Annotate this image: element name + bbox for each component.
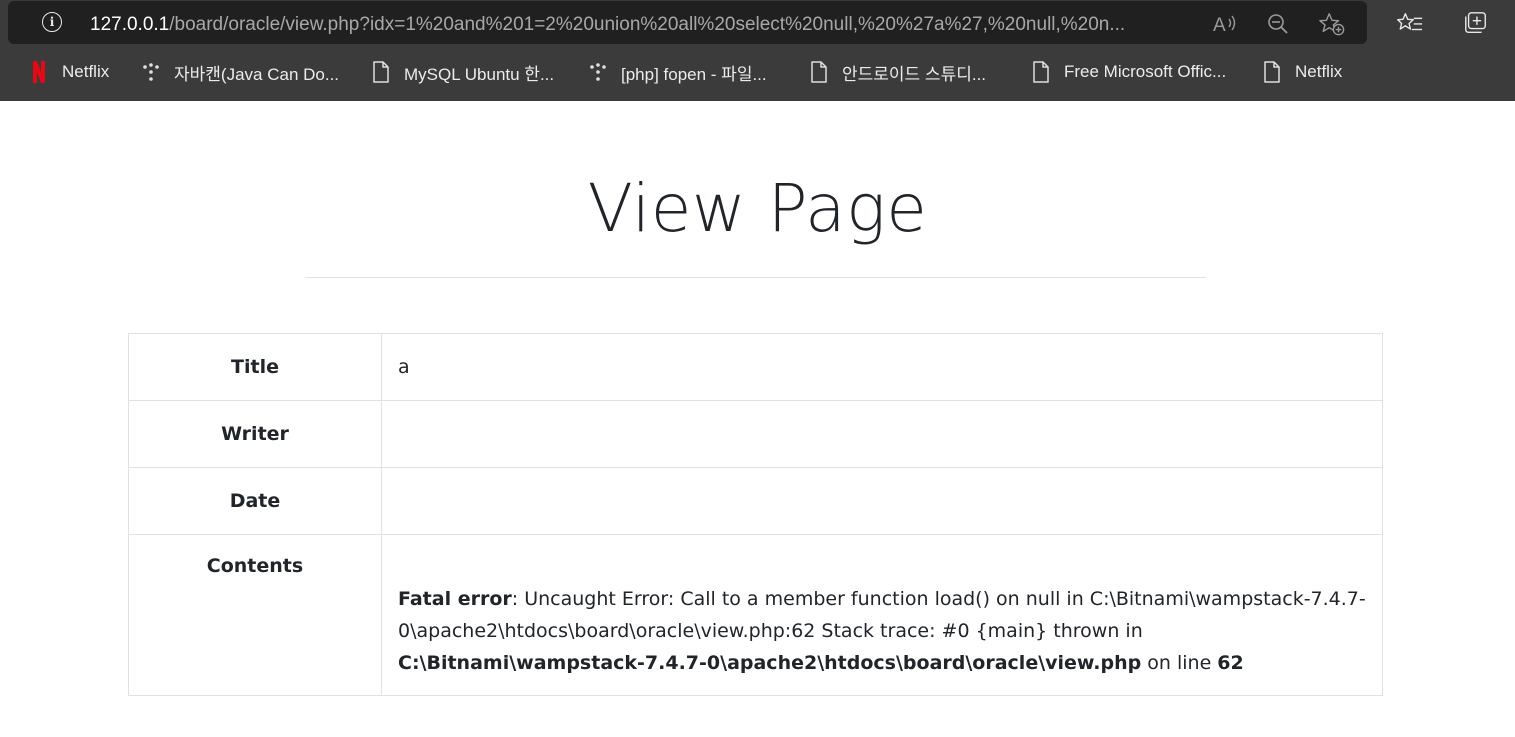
page-icon bbox=[1030, 60, 1052, 84]
error-prefix: Fatal error bbox=[398, 588, 512, 610]
contents-label: Contents bbox=[128, 534, 382, 696]
contents-value: Fatal error: Uncaught Error: Call to a m… bbox=[381, 534, 1383, 696]
table-row-date: Date bbox=[128, 467, 1383, 535]
bookmark-label: Free Microsoft Offic... bbox=[1064, 62, 1227, 81]
netflix-icon bbox=[28, 60, 50, 84]
title-value: a bbox=[381, 333, 1383, 401]
page-title: View Page bbox=[587, 170, 928, 247]
bookmarks-bar: Netflix 자바캔(Java Can Do... MySQL Ubuntu … bbox=[0, 50, 1515, 94]
zoom-out-icon[interactable] bbox=[1265, 11, 1291, 37]
error-line-number: 62 bbox=[1217, 652, 1244, 674]
url-path: /board/oracle/view.php?idx=1%20and%201=2… bbox=[169, 14, 1126, 35]
bookmark-php-fopen[interactable]: [php] fopen - 파일... bbox=[587, 50, 767, 94]
table-row-writer: Writer bbox=[128, 400, 1383, 468]
page-icon bbox=[808, 60, 830, 84]
collections-icon[interactable] bbox=[1463, 10, 1489, 36]
bookmark-label: [php] fopen - 파일... bbox=[621, 64, 767, 84]
bookmark-label: Netflix bbox=[1295, 62, 1343, 81]
bookmark-netflix-2[interactable]: Netflix bbox=[1261, 50, 1342, 94]
date-label: Date bbox=[128, 467, 382, 535]
date-value bbox=[381, 467, 1383, 535]
bookmark-free-office[interactable]: Free Microsoft Offic... bbox=[1030, 50, 1226, 94]
post-view-table: Title a Writer Date Contents Fatal error… bbox=[128, 333, 1383, 696]
bookmark-mysql-ubuntu[interactable]: MySQL Ubuntu 한... bbox=[370, 50, 554, 94]
url-text[interactable]: 127.0.0.1/board/oracle/view.php?idx=1%20… bbox=[90, 13, 1208, 37]
page-icon bbox=[370, 60, 392, 84]
read-aloud-icon[interactable]: A bbox=[1212, 11, 1238, 37]
bookmark-netflix[interactable]: Netflix bbox=[28, 50, 109, 94]
bookmark-label: 안드로이드 스튜디... bbox=[842, 64, 987, 84]
dots-icon bbox=[587, 60, 609, 84]
title-divider bbox=[305, 277, 1206, 278]
table-row-contents: Contents Fatal error: Uncaught Error: Ca… bbox=[128, 534, 1383, 696]
error-message: : Uncaught Error: Call to a member funct… bbox=[398, 588, 1366, 642]
bookmark-label: 자바캔(Java Can Do... bbox=[174, 64, 340, 84]
table-row-title: Title a bbox=[128, 333, 1383, 401]
title-label: Title bbox=[128, 333, 382, 401]
bookmark-label: MySQL Ubuntu 한... bbox=[404, 64, 555, 84]
site-info-icon[interactable]: i bbox=[42, 12, 62, 32]
bookmark-label: Netflix bbox=[62, 62, 110, 81]
bookmark-javacan[interactable]: 자바캔(Java Can Do... bbox=[140, 50, 339, 94]
svg-text:A: A bbox=[1213, 15, 1226, 35]
address-bar-row: i 127.0.0.1/board/oracle/view.php?idx=1%… bbox=[0, 0, 1515, 47]
writer-label: Writer bbox=[128, 400, 382, 468]
error-file: C:\Bitnami\wampstack-7.4.7-0\apache2\htd… bbox=[398, 652, 1142, 674]
favorites-icon[interactable] bbox=[1397, 10, 1423, 36]
error-on-line: on line bbox=[1141, 652, 1218, 674]
browser-chrome: i 127.0.0.1/board/oracle/view.php?idx=1%… bbox=[0, 0, 1515, 101]
add-favorite-icon[interactable] bbox=[1319, 11, 1345, 37]
bookmark-android-studio[interactable]: 안드로이드 스튜디... bbox=[808, 50, 986, 94]
url-host: 127.0.0.1 bbox=[90, 14, 170, 35]
dots-icon bbox=[140, 60, 162, 84]
writer-value bbox=[381, 400, 1383, 468]
address-bar[interactable]: i 127.0.0.1/board/oracle/view.php?idx=1%… bbox=[8, 1, 1367, 44]
page-icon bbox=[1261, 60, 1283, 84]
